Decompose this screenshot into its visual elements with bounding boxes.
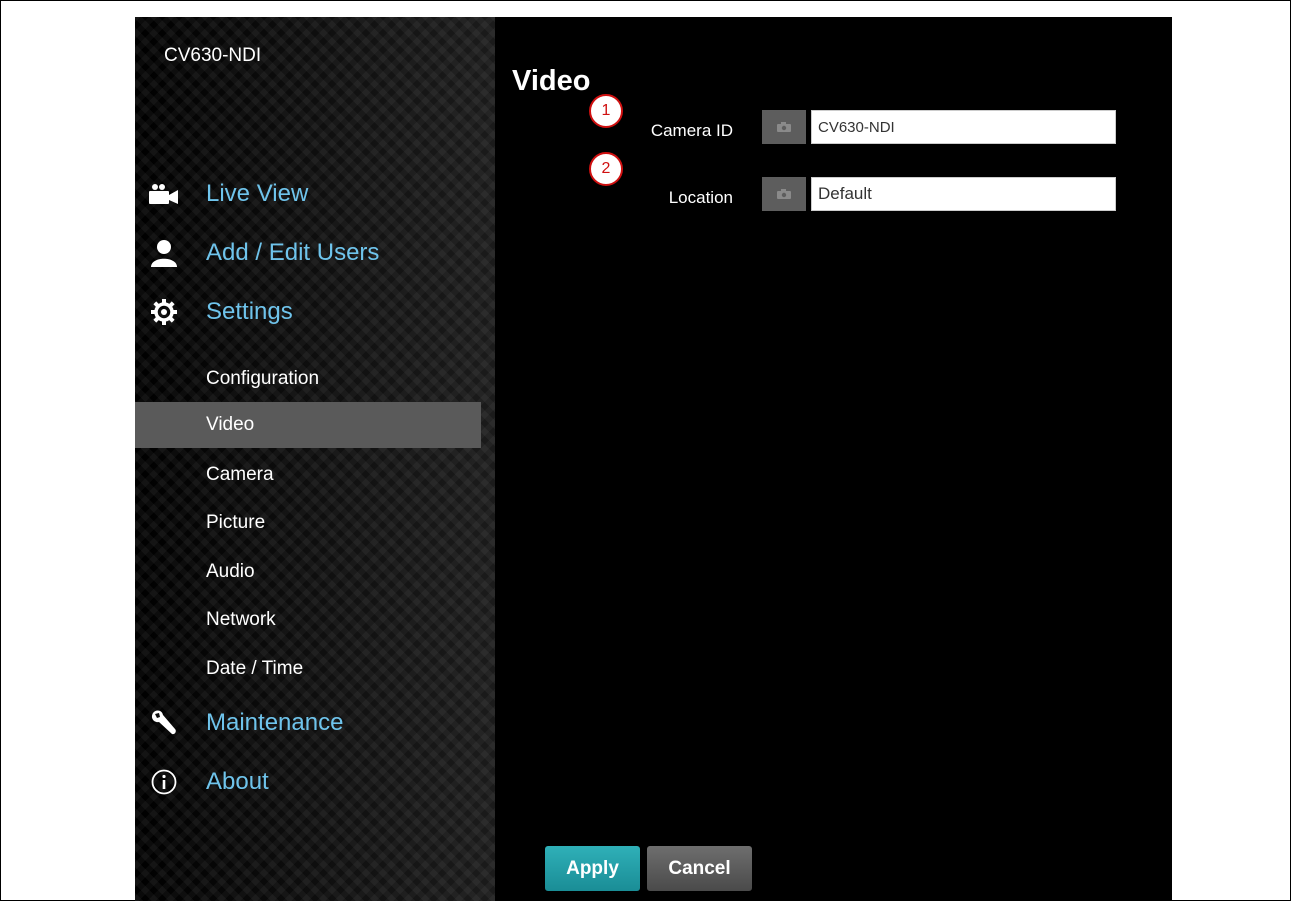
- user-icon: [149, 238, 179, 268]
- camera-id-label: Camera ID: [650, 121, 733, 140]
- nav-live-view[interactable]: Live View: [149, 176, 308, 212]
- camera-icon: [777, 122, 791, 132]
- sidebar-item-camera[interactable]: Camera: [135, 452, 481, 498]
- sidebar-item-date-time[interactable]: Date / Time: [135, 646, 481, 692]
- camera-icon: [777, 189, 791, 199]
- cancel-button[interactable]: Cancel: [647, 846, 752, 891]
- location-input[interactable]: [811, 177, 1116, 211]
- video-camera-icon: [149, 179, 179, 209]
- camera-web-ui: CV630-NDI Live View Add / Edit Users Set…: [135, 17, 1172, 901]
- page-title: Video: [512, 65, 591, 97]
- nav-about[interactable]: About: [149, 764, 269, 800]
- annotation-badge-2: 2: [589, 152, 623, 186]
- sidebar-item-network[interactable]: Network: [135, 597, 481, 643]
- nav-add-edit-users-label: Add / Edit Users: [206, 239, 380, 266]
- location-camera-button[interactable]: [762, 177, 806, 211]
- nav-settings[interactable]: Settings: [149, 294, 293, 330]
- location-label: Location: [668, 188, 733, 207]
- info-icon: [149, 767, 179, 797]
- nav-maintenance-label: Maintenance: [206, 709, 344, 736]
- sidebar: CV630-NDI Live View Add / Edit Users Set…: [135, 17, 495, 901]
- gear-icon: [149, 297, 179, 327]
- nav-live-view-label: Live View: [206, 180, 309, 207]
- apply-button[interactable]: Apply: [545, 846, 640, 891]
- sidebar-item-configuration[interactable]: Configuration: [135, 356, 481, 402]
- sidebar-item-video[interactable]: Video: [135, 402, 481, 448]
- nav-add-edit-users[interactable]: Add / Edit Users: [149, 235, 379, 271]
- sidebar-item-audio[interactable]: Audio: [135, 549, 481, 595]
- device-name: CV630-NDI: [164, 45, 262, 66]
- nav-settings-label: Settings: [206, 298, 293, 325]
- nav-about-label: About: [206, 768, 269, 795]
- wrench-icon: [149, 708, 179, 738]
- nav-maintenance[interactable]: Maintenance: [149, 705, 343, 741]
- camera-id-input[interactable]: [811, 110, 1116, 144]
- sidebar-item-picture[interactable]: Picture: [135, 500, 481, 546]
- camera-id-camera-button[interactable]: [762, 110, 806, 144]
